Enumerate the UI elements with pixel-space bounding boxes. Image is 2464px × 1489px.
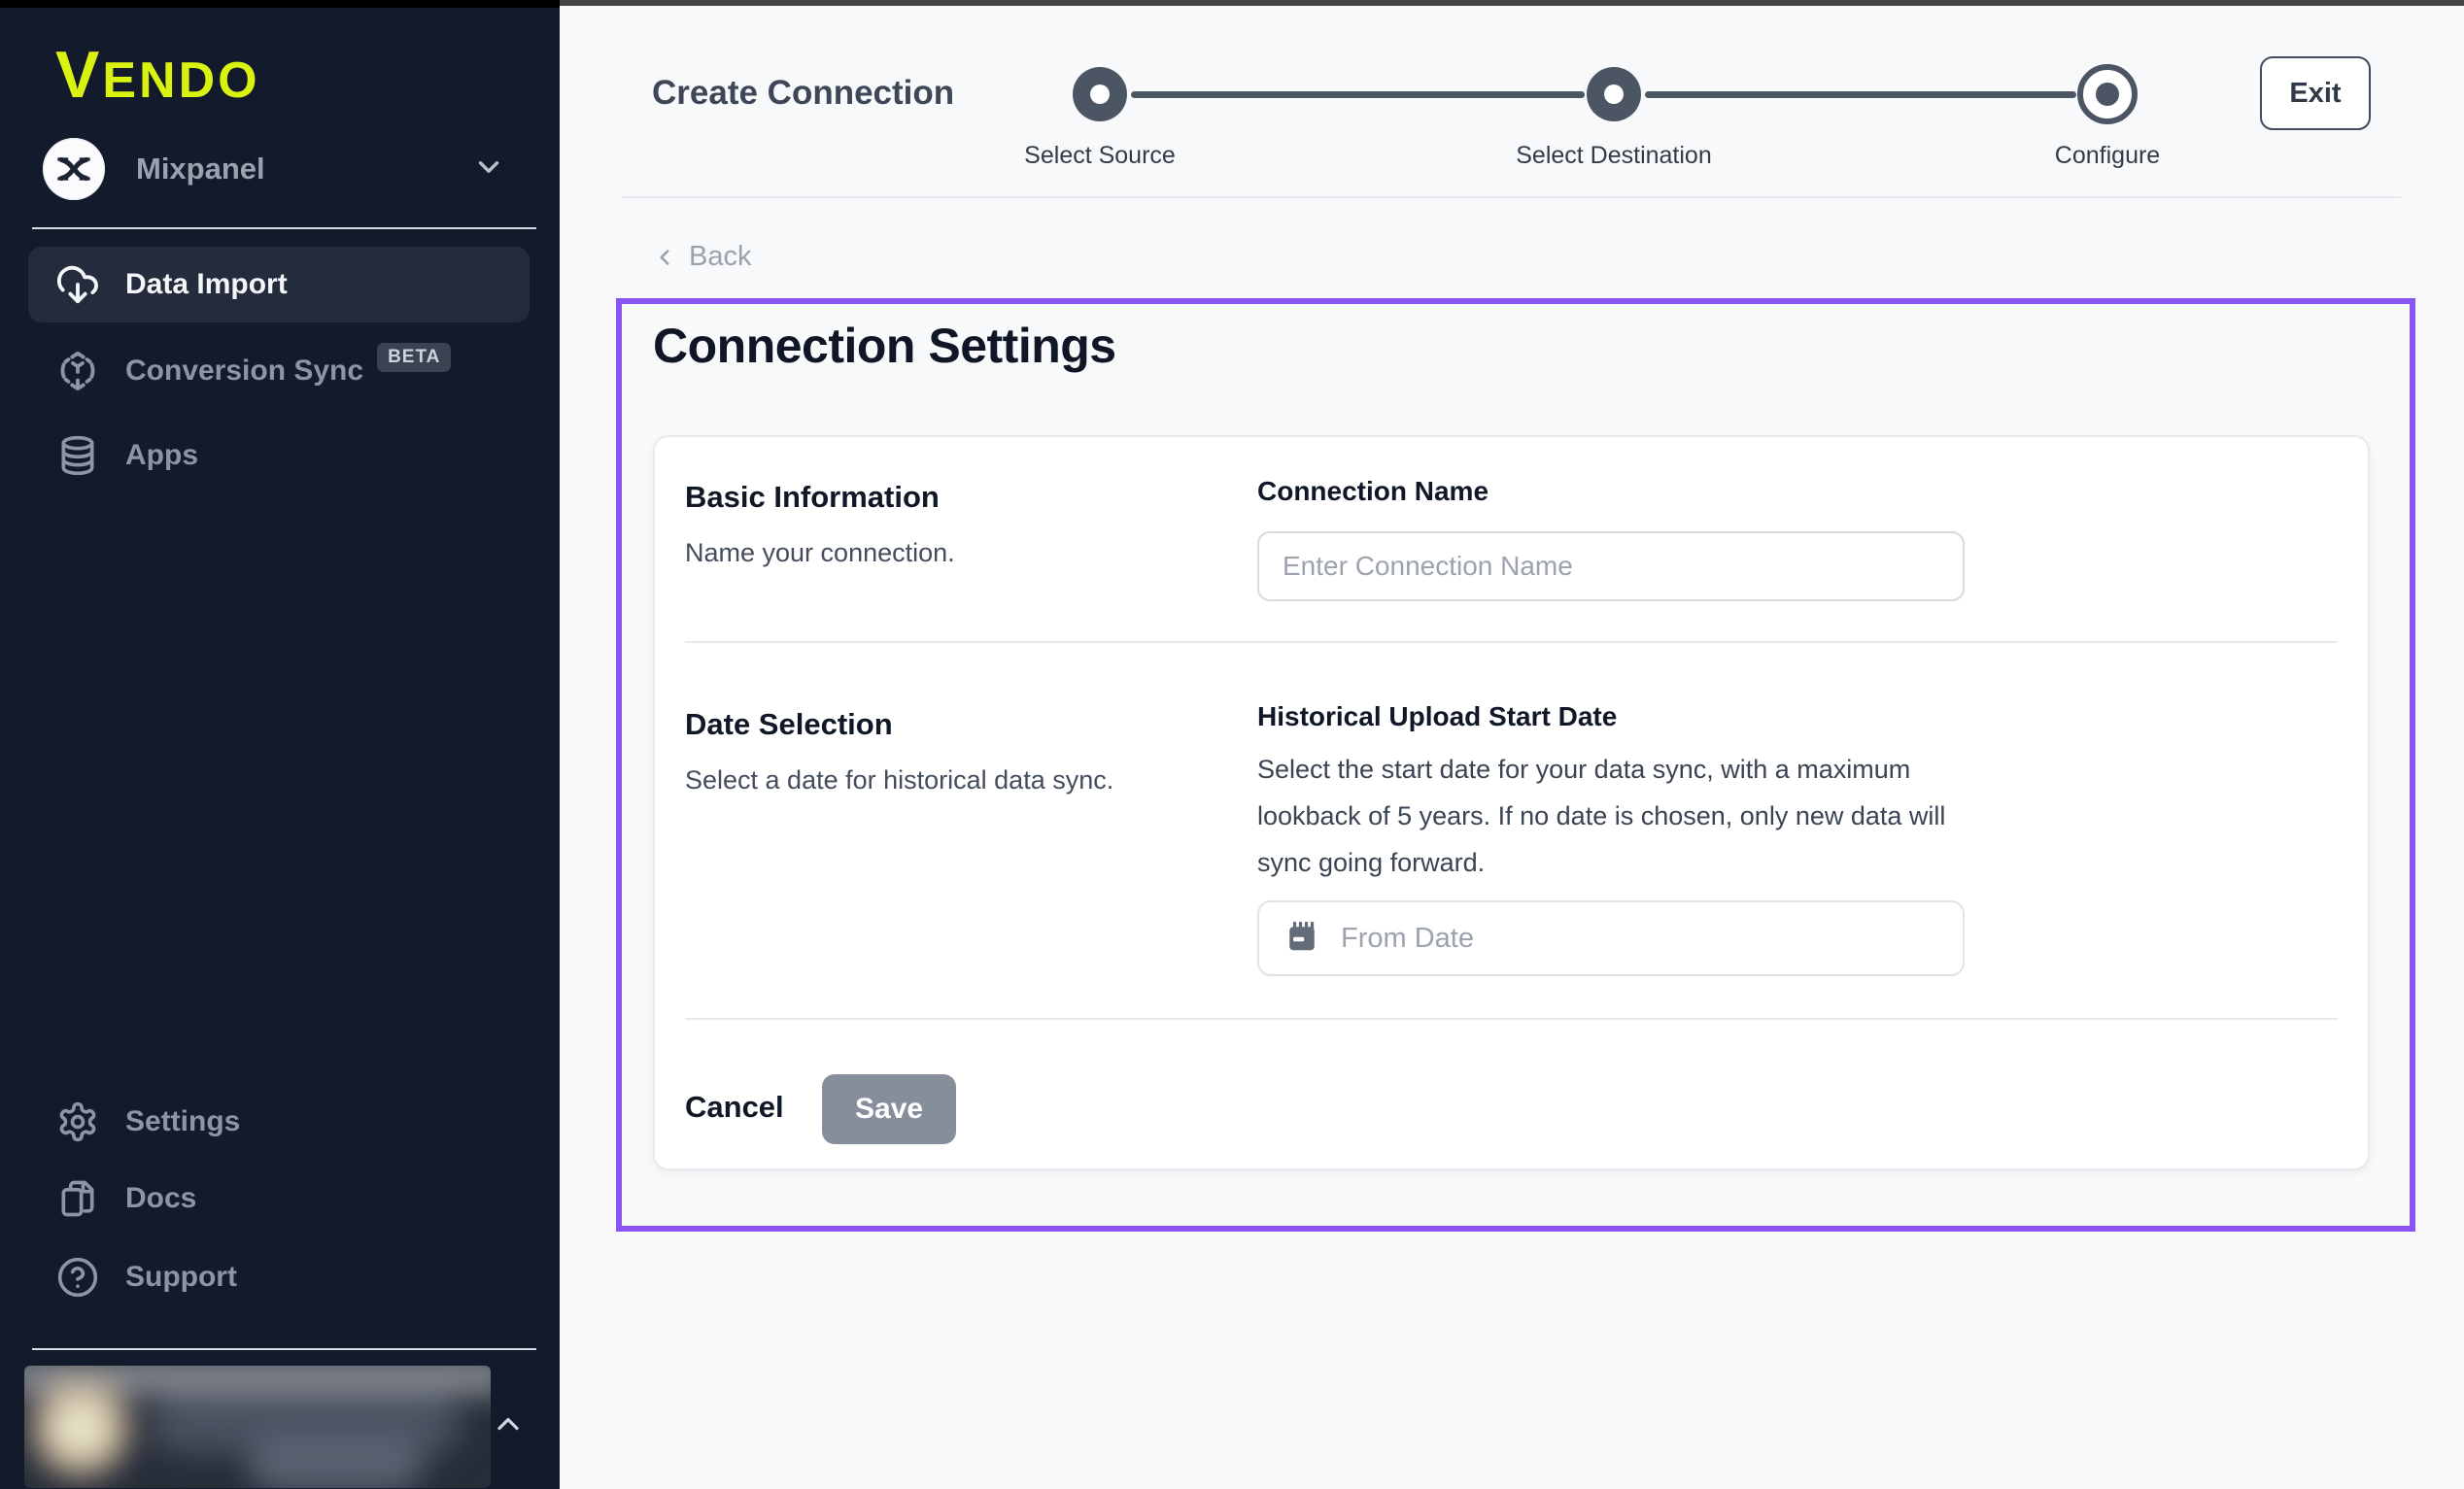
cloud-download-icon (55, 262, 100, 307)
database-icon (55, 433, 100, 478)
sidebar-item-settings[interactable]: Settings (28, 1084, 530, 1160)
sidebar-item-conversion-sync[interactable]: Conversion Sync BETA (28, 333, 530, 409)
basic-information-title: Basic Information (685, 480, 940, 515)
connection-name-input[interactable] (1257, 531, 1965, 601)
sidebar-item-docs[interactable]: Docs (28, 1161, 530, 1236)
chevron-up-icon[interactable] (491, 1406, 526, 1446)
calendar-icon (1284, 919, 1319, 959)
sidebar-item-apps[interactable]: Apps (28, 418, 530, 493)
sidebar-divider (32, 1348, 536, 1350)
workspace-name: Mixpanel (136, 152, 472, 186)
from-date-input[interactable] (1319, 902, 1963, 974)
sidebar-item-data-import[interactable]: Data Import (28, 247, 530, 322)
sidebar-item-label: Settings (125, 1105, 240, 1138)
settings-card: Basic Information Name your connection. … (653, 435, 2370, 1170)
chevron-left-icon (652, 245, 677, 270)
window-edge-left (0, 0, 560, 8)
exit-button[interactable]: Exit (2260, 56, 2371, 130)
sidebar-item-support[interactable]: Support (28, 1239, 530, 1315)
section-divider (685, 641, 2338, 643)
save-button[interactable]: Save (822, 1074, 956, 1144)
header-divider (622, 196, 2401, 198)
sidebar: VENDO Mixpanel Data Import (0, 0, 560, 1489)
date-help-text: Select the start date for your data sync… (1257, 746, 1986, 886)
historical-upload-start-date-label: Historical Upload Start Date (1257, 701, 1617, 732)
sidebar-item-label: Support (125, 1261, 237, 1294)
user-profile[interactable] (24, 1366, 491, 1488)
step-select-destination-node (1587, 67, 1641, 121)
step-configure-node (2077, 64, 2138, 124)
back-link[interactable]: Back (652, 241, 751, 273)
docs-icon (55, 1176, 100, 1221)
step-label-configure: Configure (2055, 142, 2160, 170)
step-select-source-node (1073, 67, 1127, 121)
back-label: Back (689, 241, 751, 273)
section-divider (685, 1018, 2338, 1020)
page-title: Create Connection (652, 74, 954, 113)
beta-badge: BETA (377, 343, 451, 372)
main-content: Create Connection Select Source Select D… (560, 0, 2464, 1489)
from-date-field[interactable] (1257, 900, 1965, 976)
chevron-down-icon (472, 151, 505, 188)
sidebar-divider (32, 227, 536, 229)
date-selection-title: Date Selection (685, 707, 893, 742)
step-connector (1645, 91, 2076, 98)
step-label-select-source: Select Source (1024, 142, 1176, 170)
gear-icon (55, 1100, 100, 1144)
sidebar-item-label: Docs (125, 1182, 196, 1215)
blurred-user-info (24, 1366, 491, 1488)
step-connector (1131, 91, 1585, 98)
vendo-logo: VENDO (55, 37, 260, 113)
sidebar-item-label: Conversion Sync (125, 355, 363, 388)
connection-name-label: Connection Name (1257, 476, 1489, 507)
sidebar-item-label: Data Import (125, 268, 288, 301)
help-circle-icon (55, 1255, 100, 1300)
basic-information-description: Name your connection. (685, 538, 955, 568)
date-selection-description: Select a date for historical data sync. (685, 765, 1113, 795)
mixpanel-logo-icon (43, 138, 105, 200)
cancel-button[interactable]: Cancel (685, 1090, 784, 1125)
panel-title: Connection Settings (653, 318, 1116, 374)
window-edge-right (560, 0, 2464, 6)
conversion-sync-icon (55, 349, 100, 393)
sidebar-item-label: Apps (125, 439, 198, 472)
step-label-select-destination: Select Destination (1516, 142, 1712, 170)
connection-settings-panel: Connection Settings Basic Information Na… (616, 298, 2415, 1232)
workspace-switcher[interactable]: Mixpanel (27, 134, 532, 204)
